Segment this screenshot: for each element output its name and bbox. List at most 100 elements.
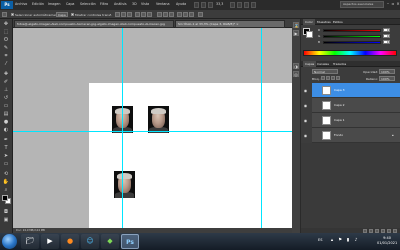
3d-rotate-tool-icon[interactable]: ⟲	[2, 171, 10, 178]
workspace-selector[interactable]: Aspectos esenciales	[340, 1, 384, 8]
new-layer-icon[interactable]	[387, 228, 391, 233]
actions-icon[interactable]: ▶	[293, 30, 299, 36]
minimize-button[interactable]: –	[386, 1, 390, 7]
menu-edicion[interactable]: Edición	[32, 2, 44, 6]
messenger-taskbar-icon[interactable]: ☺	[81, 234, 99, 249]
move-tool-preset-icon[interactable]	[2, 12, 7, 17]
quick-select-tool-icon[interactable]: ✎	[2, 45, 10, 52]
horizontal-guide[interactable]	[13, 131, 292, 132]
view-extras-button[interactable]	[208, 2, 213, 8]
quick-mask-icon[interactable]: ◘	[2, 209, 10, 216]
network-icon[interactable]: ▮	[345, 238, 351, 244]
gradient-tool-icon[interactable]: ▤	[2, 111, 10, 118]
move-tool-icon[interactable]: ✥	[2, 21, 10, 28]
layer-row-fondo[interactable]: Fondo 🔒︎	[312, 128, 400, 143]
auto-select-dropdown[interactable]: Capa	[56, 12, 68, 17]
canvas-area[interactable]	[13, 28, 292, 228]
portrait-layer-2[interactable]	[148, 106, 169, 133]
vertical-guide[interactable]	[261, 28, 262, 228]
menu-vista[interactable]: Vista	[141, 2, 149, 6]
slider-g-track[interactable]	[323, 35, 381, 38]
crop-tool-icon[interactable]: ⌗	[2, 53, 10, 60]
clock-time[interactable]: 9:40	[377, 236, 397, 240]
distribute-bottom-icon[interactable]	[169, 12, 174, 17]
lock-pixels-icon[interactable]	[326, 76, 330, 80]
pen-tool-icon[interactable]: ✒	[2, 137, 10, 144]
new-adjustment-icon[interactable]	[381, 228, 385, 233]
layer-row-capa-1[interactable]: Capa 1	[312, 113, 400, 128]
firefox-taskbar-icon[interactable]: ●	[61, 234, 79, 249]
lock-all-icon[interactable]	[336, 76, 340, 80]
document-tab-1[interactable]: fotos@-elgato-imagen-Aleli-compuesto-ALm…	[14, 20, 174, 28]
zoom-level[interactable]: 33,3	[216, 2, 223, 6]
tab-color[interactable]: Color	[303, 19, 315, 25]
type-tool-icon[interactable]: T	[2, 145, 10, 152]
language-indicator[interactable]: ES	[318, 238, 322, 242]
blur-tool-icon[interactable]: ●	[2, 119, 10, 126]
arrange-documents-button[interactable]	[244, 2, 249, 8]
menu-capa[interactable]: Capa	[66, 2, 74, 6]
slider-r-value[interactable]: 0	[383, 28, 390, 32]
slider-r-track[interactable]	[323, 29, 381, 32]
portrait-layer-3[interactable]	[114, 171, 135, 198]
auto-select-checkbox[interactable]	[11, 13, 14, 16]
restore-button[interactable]: ▫	[391, 1, 395, 7]
eraser-tool-icon[interactable]: ▭	[2, 103, 10, 110]
distribute-middle-icon[interactable]	[163, 12, 168, 17]
media-player-taskbar-icon[interactable]: ▶	[41, 234, 59, 249]
close-button[interactable]: ×	[396, 1, 400, 7]
document-tab-2[interactable]: Sin título-1 al 33,3% (Capa 3, RGB/8)* ×	[175, 20, 285, 28]
shape-tool-icon[interactable]: ▭	[2, 161, 10, 168]
slider-g-value[interactable]: 0	[383, 34, 390, 38]
tab-styles[interactable]: Estilos	[331, 19, 345, 25]
layer-row-capa-3[interactable]: Capa 3	[312, 83, 400, 98]
tray-expand-icon[interactable]: ▴	[329, 238, 335, 244]
vertical-guide[interactable]	[122, 28, 123, 228]
align-center-icon[interactable]	[141, 12, 146, 17]
add-mask-icon[interactable]	[375, 228, 379, 233]
distribute-left-icon[interactable]	[177, 12, 182, 17]
menu-3d[interactable]: 3D	[132, 2, 137, 6]
color-panel-bg-swatch[interactable]	[306, 31, 313, 38]
adjustments-icon[interactable]: ◑	[293, 63, 299, 69]
zoom-tool-button[interactable]	[237, 2, 242, 8]
delete-layer-icon[interactable]	[393, 228, 397, 233]
healing-brush-tool-icon[interactable]: ✚	[2, 71, 10, 78]
align-right-icon[interactable]	[147, 12, 152, 17]
menu-analisis[interactable]: Análisis	[114, 2, 127, 6]
menu-imagen[interactable]: Imagen	[48, 2, 60, 6]
distribute-right-icon[interactable]	[189, 12, 194, 17]
align-top-icon[interactable]	[115, 12, 120, 17]
blend-mode-dropdown[interactable]: Normal	[312, 69, 338, 74]
align-left-icon[interactable]	[135, 12, 140, 17]
color-spectrum-bar[interactable]	[303, 50, 397, 56]
start-button[interactable]	[2, 234, 17, 249]
auto-align-icon[interactable]	[198, 12, 203, 17]
eyedropper-tool-icon[interactable]: ⁄	[2, 61, 10, 68]
hand-tool-button[interactable]	[230, 2, 235, 8]
lock-transparency-icon[interactable]	[321, 76, 325, 80]
history-brush-tool-icon[interactable]: ↺	[2, 95, 10, 102]
foreground-color-swatch[interactable]	[2, 195, 8, 201]
path-select-tool-icon[interactable]: ➤	[2, 153, 10, 160]
photoshop-taskbar-icon[interactable]: Ps	[121, 234, 139, 249]
visibility-eye-icon[interactable]: ◉	[303, 118, 308, 123]
menu-filtro[interactable]: Filtro	[100, 2, 108, 6]
menu-seleccion[interactable]: Selección	[80, 2, 96, 6]
menu-ventana[interactable]: Ventana	[156, 2, 170, 6]
screen-mode-icon[interactable]: ▣	[2, 217, 10, 224]
visibility-eye-icon[interactable]: ◉	[303, 88, 308, 93]
distribute-top-icon[interactable]	[157, 12, 162, 17]
align-middle-icon[interactable]	[121, 12, 126, 17]
brush-tool-icon[interactable]: ✐	[2, 79, 10, 86]
opacity-value[interactable]: 100%	[379, 69, 395, 74]
lock-position-icon[interactable]	[331, 76, 335, 80]
app-taskbar-icon[interactable]: ◆	[101, 234, 119, 249]
flag-icon[interactable]: ⚑	[337, 238, 343, 244]
show-transform-checkbox[interactable]	[71, 13, 74, 16]
link-layers-icon[interactable]	[363, 228, 367, 233]
lasso-tool-icon[interactable]: ʘ	[2, 37, 10, 44]
visibility-eye-icon[interactable]: ◉	[303, 133, 308, 138]
volume-icon[interactable]: ♪	[353, 238, 359, 244]
layer-row-capa-2[interactable]: Capa 2	[312, 98, 400, 113]
